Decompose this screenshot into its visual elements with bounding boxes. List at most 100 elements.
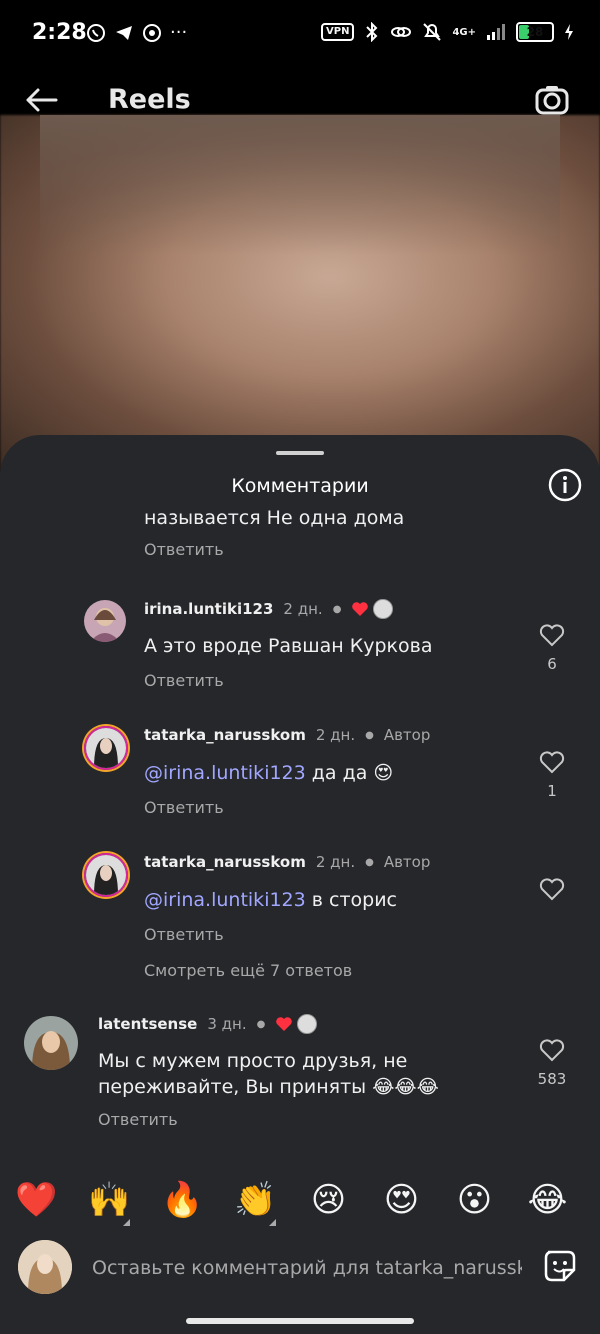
comment-header: latentsense 3 дн. ● [98,1014,318,1034]
reels-header: Reels [0,70,600,130]
emoji-surprised-button[interactable]: 😮 [438,1180,511,1230]
emoji-glyph: ❤️ [15,1180,58,1220]
red-heart-icon [352,602,369,616]
reply-button[interactable]: Ответить [144,925,224,944]
comment-time: 2 дн. [283,600,323,618]
reply-button[interactable]: Ответить [98,1110,178,1129]
like-column: 583 [532,1038,572,1088]
status-right: VPN 4G+ 28 [321,22,574,42]
view-more-replies-button[interactable]: Смотреть ещё 7 ответов [144,961,352,980]
comment-username[interactable]: tatarka_narusskom [144,853,306,871]
like-count: 6 [547,655,557,673]
emoji-glyph: 😮 [456,1180,493,1220]
like-column: 1 [532,750,572,800]
avatar[interactable] [24,1016,78,1070]
battery-level: 28 [526,25,544,39]
skin-tone-indicator-icon [123,1219,130,1226]
notification-icons: ··· [86,22,187,43]
sticker-icon[interactable] [542,1248,578,1284]
separator-dot: ● [365,729,374,741]
signal-icon [487,24,505,40]
emoji-fire-button[interactable]: 🔥 [146,1180,219,1230]
author-liked-indicator [275,1014,318,1034]
heart-outline-icon[interactable] [539,750,565,774]
back-arrow-icon[interactable] [24,82,60,118]
home-indicator[interactable] [186,1318,414,1324]
comment-time: 3 дн. [207,1015,247,1033]
link-icon [391,27,412,37]
battery-indicator: 28 [516,22,554,42]
emoji-heart-eyes-button[interactable]: 😍 [365,1180,438,1230]
author-mini-avatar [297,1014,318,1034]
emoji-glyph: 😍 [383,1180,420,1220]
comment-text: А это вроде Равшан Куркова [144,635,433,657]
heart-outline-icon[interactable] [539,877,565,901]
comment-text: @irina.luntiki123 в сторис [144,887,397,913]
like-count: 583 [537,1070,567,1088]
comment-header: irina.luntiki123 2 дн. ● [144,599,394,619]
emoji-crying-button[interactable]: 😢 [292,1180,365,1230]
avatar[interactable] [84,600,126,642]
avatar[interactable] [84,726,128,770]
separator-dot: ● [365,856,374,868]
separator-dot: ● [332,603,342,615]
heart-outline-icon[interactable] [539,1038,565,1062]
author-liked-indicator [351,599,394,619]
heart-outline-icon[interactable] [539,623,565,647]
reply-button[interactable]: Ответить [144,798,224,817]
comment-username[interactable]: irina.luntiki123 [144,600,273,618]
author-badge: Автор [383,853,431,871]
emoji-quick-bar: ❤️ 🙌 🔥 👏 😢 😍 😮 😂 [0,1180,600,1230]
emoji-glyph: 🙌 [88,1180,131,1220]
red-heart-icon [276,1017,293,1031]
emoji-laughing-button[interactable]: 😂 [511,1180,584,1230]
network-type: 4G+ [452,26,476,38]
emoji-glyph: 😢 [310,1180,347,1220]
info-icon[interactable] [548,468,582,502]
comments-list[interactable]: называется Не одна дома Ответить irina.l… [0,505,600,1165]
camera-icon[interactable] [534,82,570,118]
comment-header: tatarka_narusskom 2 дн. ● Автор [144,726,430,744]
whatsapp-icon [87,23,105,42]
reply-button[interactable]: Ответить [144,540,224,559]
comment-username[interactable]: tatarka_narusskom [144,726,306,744]
current-user-avatar [18,1240,72,1294]
bluetooth-icon [366,22,378,42]
comment-text-line: Мы с мужем просто друзья, не [98,1050,408,1072]
like-column [532,877,572,905]
vpn-badge: VPN [321,23,355,41]
status-time: 2:28 [32,20,87,45]
emoji-raised-hands-button[interactable]: 🙌 [73,1180,146,1230]
page-title: Reels [108,84,191,115]
separator-dot: ● [256,1018,266,1030]
skin-tone-indicator-icon [269,1219,276,1226]
app-notification-icon [143,23,161,42]
like-count: 1 [547,782,557,800]
more-notifications-icon: ··· [170,22,188,43]
status-bar: 2:28 ··· VPN 4G+ 28 [0,0,600,70]
comment-body: в сторис [305,889,398,911]
emoji-glyph: 😂 [527,1180,568,1220]
comment-username[interactable]: latentsense [98,1015,197,1033]
comment-input[interactable] [90,1252,524,1284]
reply-button[interactable]: Ответить [144,671,224,690]
emoji-heart-button[interactable]: ❤️ [0,1180,73,1230]
comment-text: @irina.luntiki123 да да 😍 [144,760,393,786]
author-mini-avatar [373,599,394,619]
charging-icon [565,24,573,40]
comment-text: Мы с мужем просто друзья, не переживайте… [98,1048,439,1100]
comment-input-row [0,1238,600,1298]
mention-link[interactable]: @irina.luntiki123 [144,889,306,911]
reel-video-overlay [40,115,560,255]
drag-handle[interactable] [276,451,324,455]
comment-header: tatarka_narusskom 2 дн. ● Автор [144,853,430,871]
author-badge: Автор [383,726,431,744]
telegram-icon [116,25,132,40]
mention-link[interactable]: @irina.luntiki123 [144,762,306,784]
sheet-title: Комментарии [231,475,369,497]
comment-body: да да 😍 [305,762,394,784]
emoji-clap-button[interactable]: 👏 [219,1180,292,1230]
emoji-glyph: 👏 [234,1180,277,1220]
avatar[interactable] [84,853,128,897]
comment-text-line: переживайте, Вы приняты 😂😂😂 [98,1076,439,1098]
